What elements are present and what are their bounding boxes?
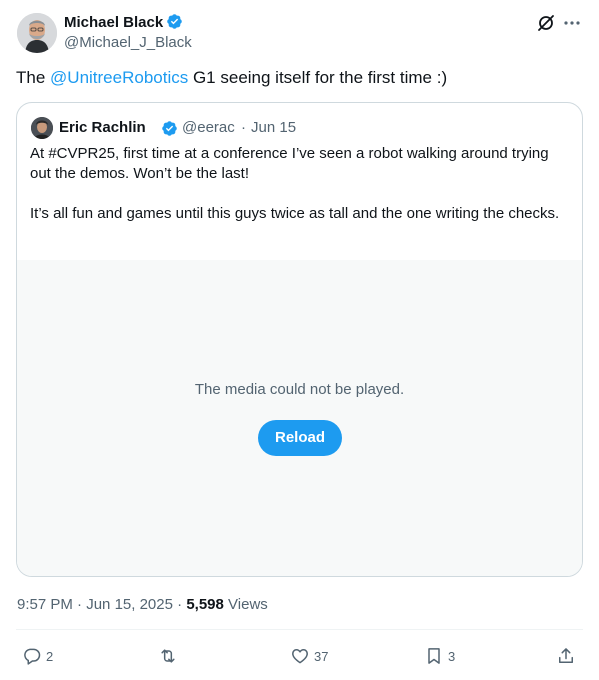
share-icon	[559, 648, 573, 663]
retweet-button[interactable]	[158, 644, 178, 668]
like-icon	[292, 649, 308, 664]
tweet-text-before: The	[16, 68, 51, 87]
tweet-time[interactable]: 9:57 PM	[17, 596, 73, 613]
author-handle[interactable]: @Michael_J_Black	[64, 34, 192, 51]
like-count: 37	[314, 648, 329, 664]
verified-badge-icon	[167, 14, 182, 29]
grok-icon[interactable]	[536, 13, 556, 33]
separator-dot: ·	[77, 596, 83, 613]
quoted-tweet-date[interactable]: Jun 15	[251, 119, 296, 136]
tweet-header: Michael Black @Michael_J_Black	[16, 11, 583, 55]
divider	[16, 629, 583, 630]
bookmark-count: 3	[448, 648, 456, 664]
quoted-author-avatar[interactable]	[31, 117, 53, 139]
separator-dot: ·	[177, 596, 183, 613]
author-name[interactable]: Michael Black	[64, 13, 183, 31]
tweet-date[interactable]: Jun 15, 2025	[86, 596, 173, 613]
media-error-message: The media could not be played.	[194, 381, 405, 398]
separator-dot: ·	[241, 119, 246, 136]
quoted-author-handle[interactable]: @eerac	[182, 119, 235, 136]
reply-count: 2	[46, 648, 54, 664]
media-container: The media could not be played. Reload	[17, 260, 582, 576]
action-bar: 2 37 3	[16, 634, 583, 678]
share-button[interactable]	[556, 644, 576, 668]
bookmark-icon	[428, 648, 440, 664]
tweet-text-after: G1 seeing itself for the first time :)	[188, 68, 448, 87]
quoted-paragraph-2: It’s all fun and games until this guys t…	[30, 205, 560, 222]
views-count: 5,598	[186, 596, 224, 613]
mention-link[interactable]: @UnitreeRobotics	[50, 68, 188, 87]
quoted-tweet-body: At #CVPR25, first time at a conference I…	[30, 144, 570, 224]
like-button[interactable]: 37	[290, 644, 328, 668]
quoted-author-name[interactable]: Eric Rachlin	[59, 119, 146, 136]
retweet-icon	[161, 649, 175, 663]
quoted-paragraph-1: At #CVPR25, first time at a conference I…	[30, 145, 549, 182]
more-icon[interactable]	[562, 13, 582, 33]
reply-button[interactable]: 2	[22, 644, 53, 668]
reload-button[interactable]: Reload	[258, 420, 342, 456]
author-avatar[interactable]	[17, 13, 57, 53]
views-label: Views	[228, 596, 268, 613]
tweet-meta: 9:57 PM · Jun 15, 2025 · 5,598 Views	[17, 596, 268, 613]
quoted-tweet[interactable]: Eric Rachlin @eerac · Jun 15 At #CVPR25,…	[16, 102, 583, 577]
reply-icon	[24, 648, 41, 665]
author-name-text[interactable]: Michael Black	[64, 14, 163, 31]
bookmark-button[interactable]: 3	[424, 644, 455, 668]
verified-badge-icon	[162, 121, 177, 136]
tweet-text: The @UnitreeRobotics G1 seeing itself fo…	[16, 67, 583, 89]
